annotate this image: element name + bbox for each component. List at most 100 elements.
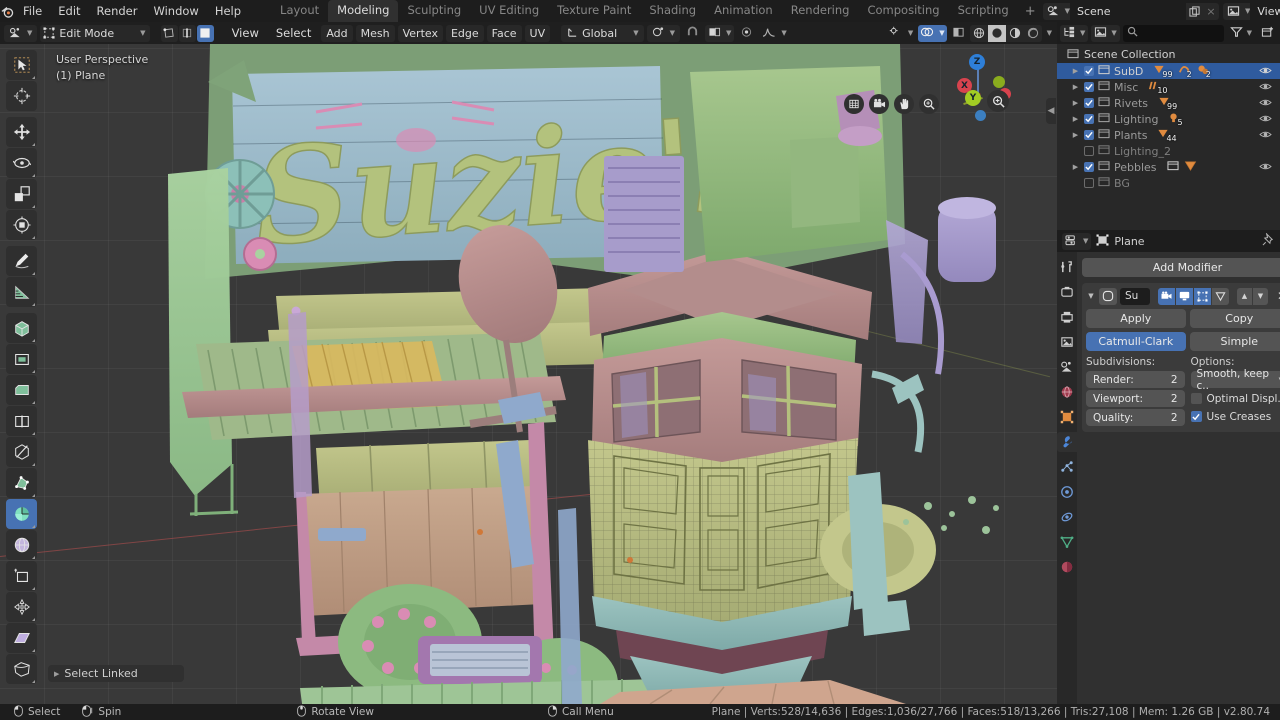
menu-edit[interactable]: Edit <box>50 1 88 21</box>
gizmo-axis-z-positive[interactable]: Z <box>969 54 985 70</box>
edit-mode-visibility-toggle[interactable] <box>1194 287 1211 305</box>
expand-triangle-icon[interactable]: ▶ <box>1071 67 1080 75</box>
outliner-checkbox[interactable] <box>1084 162 1094 172</box>
outliner-filter-button[interactable]: ▼ <box>1227 25 1255 42</box>
scene-name[interactable]: Scene <box>1070 2 1186 20</box>
viewport-menu-face[interactable]: Face <box>486 24 522 42</box>
xray-toggle[interactable] <box>950 25 967 42</box>
outliner-item-pebbles[interactable]: ▶ Pebbles <box>1057 159 1280 175</box>
outliner-checkbox[interactable] <box>1084 146 1094 156</box>
operator-panel-expand-icon[interactable]: ▶ <box>54 670 59 678</box>
optimal-display-checkbox[interactable] <box>1190 393 1202 404</box>
viewport-menu-add[interactable]: Add <box>321 24 353 42</box>
menu-window[interactable]: Window <box>145 1 206 21</box>
workspace-tab-animation[interactable]: Animation <box>705 0 782 22</box>
outliner-checkbox[interactable] <box>1084 114 1094 124</box>
tool-inset-faces[interactable] <box>6 344 37 374</box>
properties-tab-modifier[interactable] <box>1057 432 1077 452</box>
viewport-menu-mesh[interactable]: Mesh <box>355 24 395 42</box>
properties-tab-particles[interactable] <box>1057 457 1077 477</box>
simple-button[interactable]: Simple <box>1189 332 1280 351</box>
properties-tab-constraints[interactable] <box>1057 507 1077 527</box>
workspace-tab-sculpting[interactable]: Sculpting <box>398 0 470 22</box>
show-overlays-toggle[interactable]: ▼ <box>918 24 947 42</box>
viewport-menu-uv[interactable]: UV <box>524 24 551 42</box>
move-modifier-up-button[interactable]: ▲ <box>1237 287 1252 305</box>
gizmo-chevron-down-icon[interactable]: ▼ <box>908 29 913 37</box>
menu-render[interactable]: Render <box>89 1 146 21</box>
gizmo-zoom-icon[interactable] <box>987 90 1009 112</box>
expand-triangle-icon[interactable]: ▶ <box>1071 83 1080 91</box>
view-layer-name[interactable]: View Layer <box>1250 2 1280 20</box>
properties-pin-button[interactable] <box>1262 232 1275 249</box>
use-creases-checkbox-row[interactable]: Use Creases <box>1190 409 1280 424</box>
edge-select-mode-button[interactable] <box>178 24 196 42</box>
pivot-chevron-down-icon[interactable]: ▼ <box>670 29 675 37</box>
visibility-eye-icon[interactable] <box>1259 161 1272 175</box>
navigation-gizmo[interactable]: Z X Y <box>939 48 1017 126</box>
properties-tab-object-data[interactable] <box>1057 532 1077 552</box>
viewport-menu-view[interactable]: View <box>225 25 266 41</box>
render-subdivisions-field[interactable]: Render: 2 <box>1086 371 1185 388</box>
tool-extrude-region[interactable] <box>6 313 37 343</box>
tool-rip-region[interactable] <box>6 654 37 684</box>
editor-type-icon[interactable]: ▼ <box>4 24 38 42</box>
outliner-search-input[interactable] <box>1122 24 1224 42</box>
tool-shrink-fatten[interactable] <box>6 592 37 622</box>
workspace-tab-compositing[interactable]: Compositing <box>858 0 948 22</box>
properties-tab-scene[interactable] <box>1057 357 1077 377</box>
tool-annotate[interactable] <box>6 246 37 276</box>
tool-tweak[interactable] <box>6 50 37 80</box>
material-preview-shading-button[interactable] <box>1005 24 1024 42</box>
move-view-icon[interactable] <box>894 94 914 114</box>
new-scene-icon[interactable] <box>1186 3 1203 20</box>
show-gizmo-toggle[interactable]: ▼ <box>887 25 915 42</box>
tool-move[interactable] <box>6 117 37 147</box>
tool-cursor[interactable] <box>6 81 37 111</box>
gizmo-axis-y-negative[interactable] <box>993 76 1005 88</box>
tool-poly-build[interactable] <box>6 468 37 498</box>
add-modifier-button[interactable]: Add Modifier ▼ <box>1082 258 1280 277</box>
wireframe-shading-button[interactable] <box>969 24 988 42</box>
visibility-eye-icon[interactable] <box>1259 81 1272 95</box>
delete-modifier-button[interactable]: ✕ <box>1275 289 1280 303</box>
on-cage-toggle[interactable] <box>1212 287 1229 305</box>
visibility-eye-icon[interactable] <box>1259 129 1272 143</box>
viewport-3d[interactable]: Suzie's User Perspective (1) Plane Z X Y… <box>0 44 1057 704</box>
operator-redo-panel[interactable]: ▶ Select Linked <box>48 665 184 682</box>
orientation-chevron-down-icon[interactable]: ▼ <box>633 29 638 37</box>
proportional-editing-toggle[interactable] <box>737 25 756 42</box>
sidebar-toggle-chevron-icon[interactable]: ◀ <box>1046 98 1056 124</box>
outliner-checkbox[interactable] <box>1084 130 1094 140</box>
properties-editor-type-selector[interactable]: ▼ <box>1062 232 1092 250</box>
properties-tab-object[interactable] <box>1057 407 1077 427</box>
properties-tab-tool[interactable] <box>1057 257 1077 277</box>
outliner-new-collection-button[interactable] <box>1258 25 1277 42</box>
zoom-view-icon[interactable] <box>919 94 939 114</box>
expand-triangle-icon[interactable]: ▶ <box>1071 99 1080 107</box>
properties-tab-view-layer[interactable] <box>1057 332 1077 352</box>
snap-target-chevron-down-icon[interactable]: ▼ <box>726 29 731 37</box>
expand-triangle-icon[interactable]: ▶ <box>1071 163 1080 171</box>
shading-chevron-down-icon[interactable]: ▼ <box>1047 29 1052 37</box>
overlays-chevron-down-icon[interactable]: ▼ <box>939 29 944 37</box>
workspace-tab-layout[interactable]: Layout <box>271 0 328 22</box>
scene-selector[interactable]: ▼ Scene × <box>1042 2 1219 20</box>
tool-spin[interactable] <box>6 499 37 529</box>
apply-modifier-button[interactable]: Apply <box>1086 309 1186 328</box>
gizmo-axis-z-negative[interactable] <box>975 110 986 121</box>
outliner-scene-collection-row[interactable]: Scene Collection <box>1057 46 1280 63</box>
falloff-chevron-down-icon[interactable]: ▼ <box>781 29 786 37</box>
copy-modifier-button[interactable]: Copy <box>1189 309 1280 328</box>
gizmo-axis-y-positive[interactable]: Y <box>965 90 981 106</box>
vertex-select-mode-button[interactable] <box>160 24 178 42</box>
outliner-checkbox[interactable] <box>1084 98 1094 108</box>
rendered-shading-button[interactable] <box>1023 24 1042 42</box>
toggle-camera-perspective-icon[interactable] <box>844 94 864 114</box>
outliner-item-lighting-2[interactable]: Lighting_2 <box>1057 143 1280 159</box>
visibility-eye-icon[interactable] <box>1259 97 1272 111</box>
outliner-item-lighting[interactable]: ▶ Lighting 5 <box>1057 111 1280 127</box>
tool-loop-cut[interactable] <box>6 406 37 436</box>
outliner-checkbox[interactable] <box>1084 178 1094 188</box>
visibility-eye-icon[interactable] <box>1259 65 1272 79</box>
